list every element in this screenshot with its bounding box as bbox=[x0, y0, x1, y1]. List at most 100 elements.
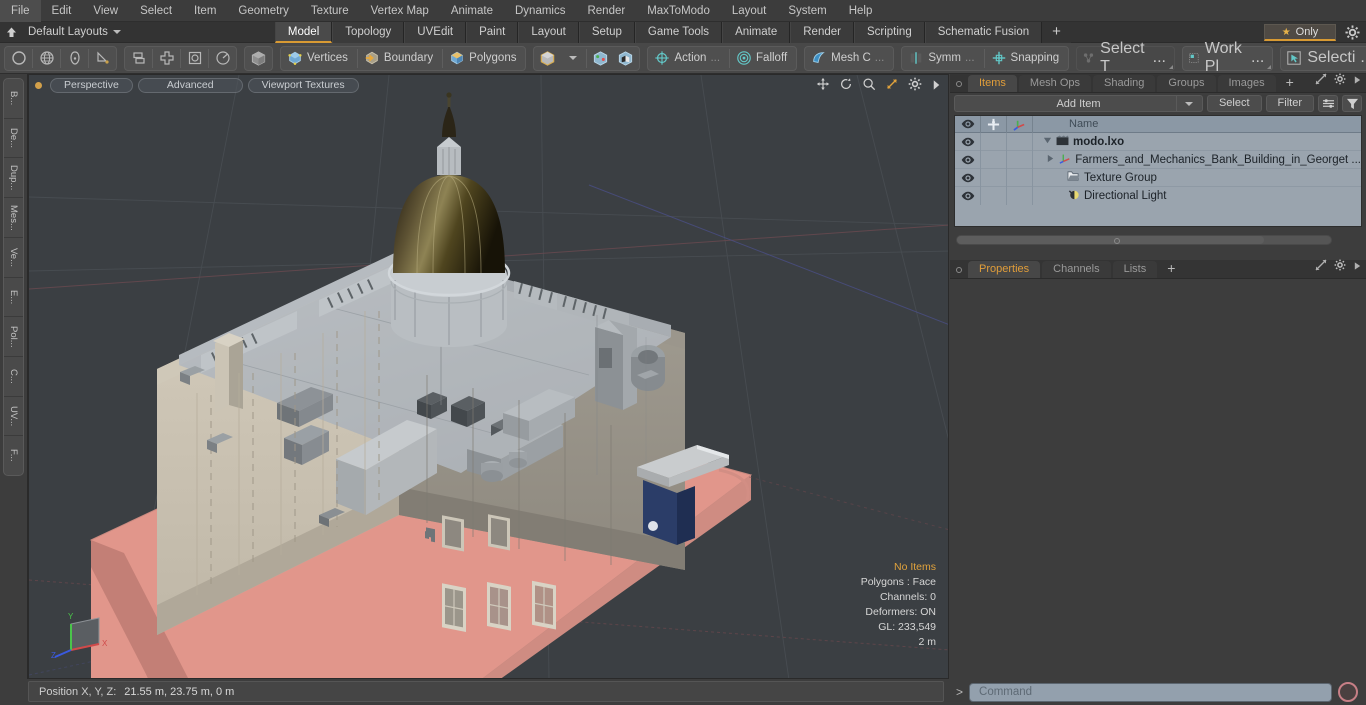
item-row-mesh[interactable]: Farmers_and_Mechanics_Bank_Building_in_G… bbox=[1033, 152, 1361, 167]
menu-item-dynamics[interactable]: Dynamics bbox=[504, 0, 576, 22]
component-dropdown-caret[interactable] bbox=[560, 47, 585, 70]
move-view-icon[interactable] bbox=[816, 77, 830, 96]
circle-tool-icon[interactable] bbox=[6, 47, 31, 70]
layout-preset-selector[interactable]: Default Layouts bbox=[22, 26, 127, 38]
select-through-button[interactable]: Select T ... bbox=[1076, 40, 1175, 75]
panel-tab-lists[interactable]: Lists bbox=[1112, 261, 1158, 278]
menu-item-system[interactable]: System bbox=[777, 0, 837, 22]
left-tab-curve[interactable]: C... bbox=[4, 357, 23, 397]
panel-tab-images[interactable]: Images bbox=[1217, 75, 1276, 92]
menu-item-edit[interactable]: Edit bbox=[41, 0, 83, 22]
item-row-texture-group[interactable]: Texture Group bbox=[1033, 170, 1361, 185]
expand-triangle-icon[interactable] bbox=[1043, 136, 1052, 148]
viewport-settings-icon[interactable] bbox=[908, 77, 922, 96]
radial-tool-icon[interactable] bbox=[210, 47, 235, 70]
left-tab-fusion[interactable]: F... bbox=[4, 436, 23, 475]
tab-uvedit[interactable]: UVEdit bbox=[404, 21, 467, 43]
tab-scripting[interactable]: Scripting bbox=[853, 21, 925, 43]
table-row[interactable]: Texture Group bbox=[955, 168, 1361, 187]
panel-tab-properties[interactable]: Properties bbox=[968, 261, 1041, 278]
selection-mode-polygons[interactable]: Polygons bbox=[444, 47, 524, 70]
only-toggle-button[interactable]: ★ Only bbox=[1264, 24, 1336, 41]
snapping-button[interactable]: Snapping bbox=[986, 47, 1068, 70]
menu-item-help[interactable]: Help bbox=[838, 0, 884, 22]
gear-icon[interactable] bbox=[1345, 25, 1360, 45]
hscrollbar-track[interactable] bbox=[956, 235, 1332, 245]
tab-render[interactable]: Render bbox=[790, 21, 854, 43]
axis-gizmo[interactable]: Y X Z bbox=[51, 596, 121, 666]
left-tab-duplicate[interactable]: Dup... bbox=[4, 158, 23, 199]
item-list-hscrollbar[interactable] bbox=[950, 234, 1366, 248]
curve-tool-icon[interactable] bbox=[90, 47, 115, 70]
fit-view-icon[interactable] bbox=[885, 77, 899, 96]
zoom-view-icon[interactable] bbox=[862, 77, 876, 96]
row-transform-toggle[interactable] bbox=[1007, 187, 1033, 205]
properties-add-tab-button[interactable]: + bbox=[1159, 261, 1183, 278]
item-row-scene[interactable]: modo.lxo bbox=[1033, 134, 1361, 149]
tab-paint[interactable]: Paint bbox=[466, 21, 519, 43]
left-tab-basic[interactable]: B... bbox=[4, 79, 23, 119]
expand-panel-icon[interactable] bbox=[1315, 72, 1327, 90]
add-tab-button[interactable]: + bbox=[1042, 21, 1071, 43]
menu-item-view[interactable]: View bbox=[82, 0, 129, 22]
selection-set-button[interactable]: Selecti ... bbox=[1280, 45, 1366, 71]
tab-setup[interactable]: Setup bbox=[578, 21, 635, 43]
menu-item-maxtomodo[interactable]: MaxToModo bbox=[636, 0, 721, 22]
viewport-shading-selector[interactable]: Advanced bbox=[137, 78, 243, 93]
uv-cube-icon[interactable] bbox=[588, 47, 613, 70]
command-input[interactable] bbox=[969, 682, 1332, 702]
menu-item-geometry[interactable]: Geometry bbox=[227, 0, 300, 22]
panel-tab-groups[interactable]: Groups bbox=[1157, 75, 1216, 92]
item-mode-button[interactable] bbox=[244, 45, 273, 71]
add-item-button[interactable]: Add Item bbox=[954, 95, 1203, 112]
item-tree-list[interactable]: Name modo.lxo Farmers_and_Mechanics_Bank… bbox=[954, 115, 1362, 227]
falloff-button[interactable]: Falloff bbox=[731, 47, 795, 70]
row-visibility-toggle[interactable] bbox=[955, 168, 981, 187]
viewport-camera-selector[interactable]: Perspective bbox=[50, 78, 133, 93]
panel-more-icon[interactable] bbox=[1353, 72, 1362, 90]
sphere-tool-icon[interactable] bbox=[34, 47, 59, 70]
bound-tool-icon[interactable] bbox=[182, 47, 207, 70]
home-icon[interactable] bbox=[0, 22, 22, 43]
panel-tab-channels[interactable]: Channels bbox=[1042, 261, 1111, 278]
viewport-more-icon[interactable] bbox=[931, 78, 942, 96]
left-tab-mesh-edit[interactable]: Mes... bbox=[4, 198, 23, 238]
tab-game-tools[interactable]: Game Tools bbox=[634, 21, 723, 43]
menu-item-item[interactable]: Item bbox=[183, 0, 227, 22]
rotate-view-icon[interactable] bbox=[839, 77, 853, 96]
row-transform-toggle[interactable] bbox=[1007, 168, 1033, 187]
tab-topology[interactable]: Topology bbox=[332, 21, 405, 43]
item-row-directional-light[interactable]: Directional Light bbox=[1033, 189, 1361, 204]
record-icon[interactable] bbox=[1338, 682, 1358, 702]
row-transform-toggle[interactable] bbox=[1007, 150, 1033, 169]
viewport-textures-selector[interactable]: Viewport Textures bbox=[247, 78, 359, 93]
left-tab-polygon[interactable]: Pol... bbox=[4, 317, 23, 357]
tab-layout[interactable]: Layout bbox=[518, 21, 579, 43]
left-tab-uv[interactable]: UV... bbox=[4, 397, 23, 437]
panel-gear-icon[interactable] bbox=[1334, 258, 1346, 276]
panel-more-icon[interactable] bbox=[1353, 258, 1362, 276]
row-lock-toggle[interactable] bbox=[981, 187, 1007, 205]
left-tab-vertex[interactable]: Ve... bbox=[4, 238, 23, 278]
row-lock-toggle[interactable] bbox=[981, 168, 1007, 187]
panel-tab-items[interactable]: Items bbox=[968, 75, 1017, 92]
tab-model[interactable]: Model bbox=[274, 21, 333, 43]
row-transform-toggle[interactable] bbox=[1007, 132, 1033, 151]
row-visibility-toggle[interactable] bbox=[955, 150, 981, 169]
material-cube-icon[interactable] bbox=[613, 47, 638, 70]
panel-tab-shading[interactable]: Shading bbox=[1093, 75, 1156, 92]
left-tab-edge[interactable]: E... bbox=[4, 278, 23, 318]
menu-item-animate[interactable]: Animate bbox=[440, 0, 504, 22]
row-visibility-toggle[interactable] bbox=[955, 132, 981, 151]
menu-item-select[interactable]: Select bbox=[129, 0, 183, 22]
cube-dropdown-icon[interactable] bbox=[535, 47, 560, 70]
align-tool-icon[interactable] bbox=[126, 47, 151, 70]
tab-animate[interactable]: Animate bbox=[722, 21, 791, 43]
tab-schematic-fusion[interactable]: Schematic Fusion bbox=[924, 21, 1043, 43]
row-lock-toggle[interactable] bbox=[981, 132, 1007, 151]
select-button[interactable]: Select bbox=[1206, 95, 1262, 112]
center-tool-icon[interactable] bbox=[154, 47, 179, 70]
collapse-triangle-icon[interactable] bbox=[1046, 154, 1055, 166]
selection-mode-boundary[interactable]: Boundary bbox=[359, 47, 441, 70]
menu-item-texture[interactable]: Texture bbox=[300, 0, 360, 22]
